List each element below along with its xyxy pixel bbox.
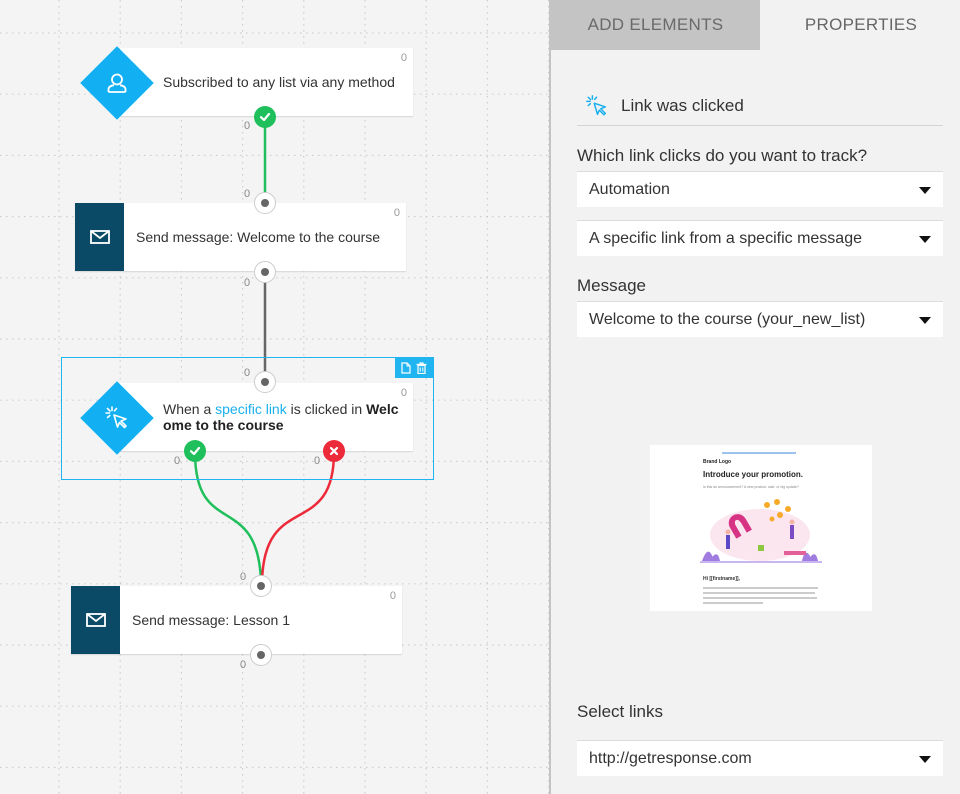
output-port[interactable]	[254, 261, 276, 283]
in-count: 0	[244, 188, 251, 200]
preview-title: Introduce your promotion.	[703, 470, 803, 479]
panel-title: Link was clicked	[621, 95, 744, 115]
track-type-select[interactable]: A specific link from a specific message	[577, 220, 943, 256]
input-port[interactable]	[254, 192, 276, 214]
input-port[interactable]	[254, 371, 276, 393]
preview-body-line	[703, 597, 817, 599]
output-port[interactable]	[250, 644, 272, 666]
tab-properties[interactable]: PROPERTIES	[760, 0, 960, 50]
caret-down-icon	[919, 316, 931, 324]
no-count: 0	[314, 455, 321, 467]
no-badge[interactable]	[323, 440, 345, 462]
preview-illustration	[700, 499, 822, 563]
input-port[interactable]	[250, 575, 272, 597]
preview-body-line	[703, 592, 815, 594]
preview-body-line	[703, 602, 763, 604]
links-select[interactable]: http://getresponse.com	[577, 740, 943, 776]
out-count: 0	[244, 277, 251, 289]
tab-add-elements[interactable]: ADD ELEMENTS	[551, 0, 760, 50]
preview-subtitle: Is this an announcement? A new product, …	[703, 485, 799, 489]
node-send-lesson1[interactable]: 0 Send message: Lesson 1	[71, 586, 402, 654]
envelope-icon	[85, 613, 106, 627]
workflow-canvas[interactable]: 0 Subscribed to any list via any method …	[0, 0, 549, 794]
message-label: Message	[577, 276, 646, 295]
yes-count: 0	[244, 120, 251, 132]
specific-link[interactable]: specific link	[215, 401, 287, 417]
preview-body-line	[703, 587, 818, 589]
in-count: 0	[240, 571, 247, 583]
select-value: http://getresponse.com	[589, 749, 752, 767]
select-value: A specific link from a specific message	[589, 229, 862, 247]
select-value: Automation	[589, 180, 670, 198]
envelope-icon	[89, 230, 110, 244]
out-count: 0	[240, 659, 247, 671]
preview-greeting: Hi [[firstname]],	[703, 576, 740, 582]
message-preview[interactable]: Brand Logo Introduce your promotion. Is …	[650, 445, 872, 611]
node-toolbar	[395, 358, 433, 378]
node-send-welcome[interactable]: 0 Send message: Welcome to the course	[75, 203, 406, 271]
yes-badge[interactable]	[254, 106, 276, 128]
node-label: When a specific link is clicked in Welco…	[163, 401, 405, 433]
node-count: 0	[389, 590, 396, 602]
trash-icon[interactable]	[416, 362, 427, 374]
message-select[interactable]: Welcome to the course (your_new_list)	[577, 301, 943, 337]
cursor-click-icon	[102, 403, 132, 433]
caret-down-icon	[919, 186, 931, 194]
properties-panel: ADD ELEMENTS PROPERTIES Link was clicked…	[549, 0, 960, 794]
node-link-clicked[interactable]: 0 When a specific link is clicked in Wel…	[120, 383, 413, 451]
yes-badge[interactable]	[184, 440, 206, 462]
preview-brand: Brand Logo	[703, 459, 732, 465]
preview-header-link	[722, 452, 796, 454]
node-label: Send message: Welcome to the course	[136, 229, 381, 245]
yes-count: 0	[174, 455, 181, 467]
links-label: Select links	[577, 702, 663, 721]
panel-header: Link was clicked	[577, 86, 943, 126]
user-icon	[102, 68, 132, 98]
track-source-select[interactable]: Automation	[577, 171, 943, 207]
node-label: Subscribed to any list via any method	[163, 74, 395, 90]
text-prefix: When a	[163, 401, 216, 417]
track-label: Which link clicks do you want to track?	[577, 146, 868, 165]
copy-icon[interactable]	[401, 362, 411, 374]
caret-down-icon	[919, 235, 931, 243]
panel-tabs: ADD ELEMENTS PROPERTIES	[551, 0, 960, 50]
text-middle: is clicked in	[286, 401, 367, 417]
node-label: Send message: Lesson 1	[132, 612, 290, 628]
node-count: 0	[393, 207, 400, 219]
action-square	[71, 586, 120, 654]
select-value: Welcome to the course (your_new_list)	[589, 310, 866, 328]
action-square	[75, 203, 124, 271]
node-count: 0	[400, 387, 407, 399]
caret-down-icon	[919, 755, 931, 763]
in-count: 0	[244, 367, 251, 379]
node-count: 0	[400, 52, 407, 64]
cursor-click-icon	[586, 94, 607, 116]
